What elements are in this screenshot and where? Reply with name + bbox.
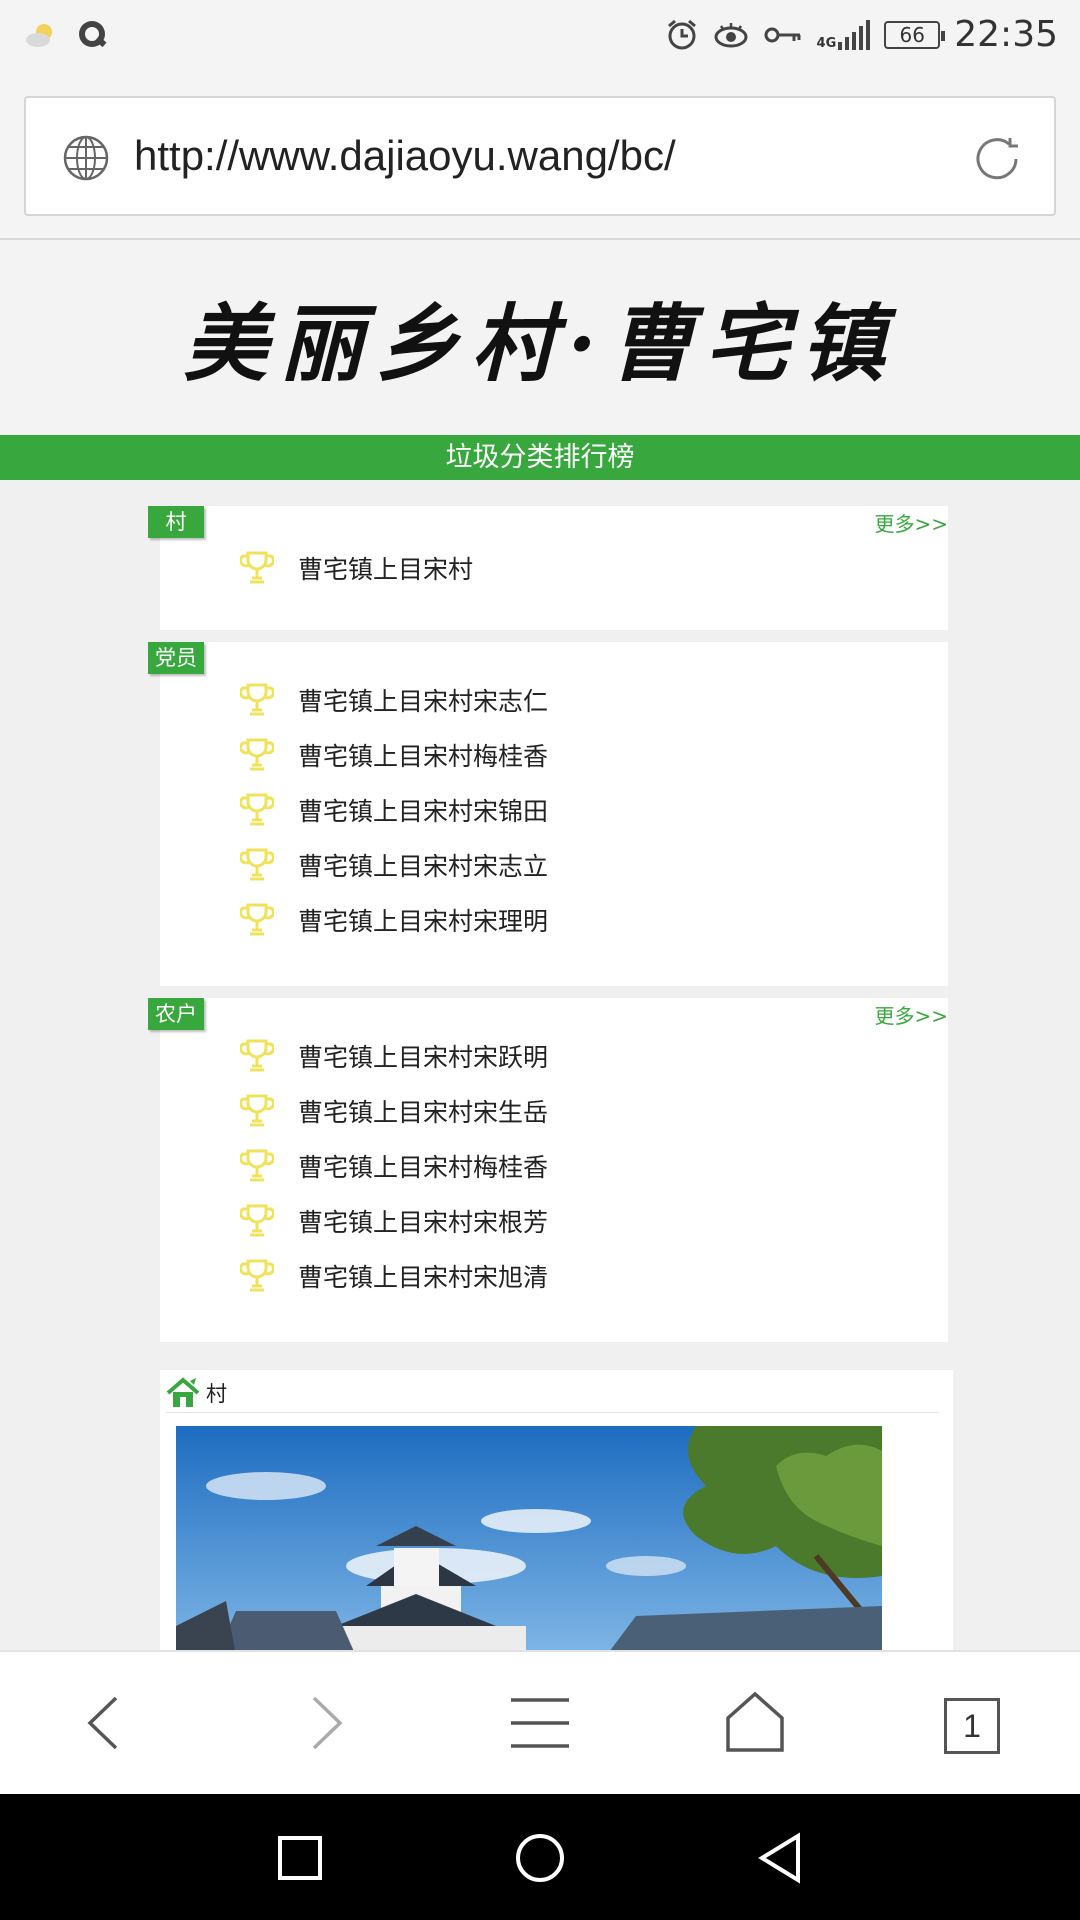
list-item[interactable]: 曹宅镇上目宋村宋志立 bbox=[240, 845, 548, 885]
ranking-card-household: 农户 更多>> 曹宅镇上目宋村宋跃明 曹宅镇上目宋村宋生岳 曹宅镇上目宋村梅桂香… bbox=[148, 998, 948, 1342]
status-bar: 4G 66 22:35 bbox=[0, 0, 1080, 75]
forward-icon[interactable] bbox=[290, 1688, 360, 1758]
refresh-icon[interactable] bbox=[970, 132, 1024, 186]
back-triangle-icon[interactable] bbox=[750, 1828, 810, 1888]
trophy-icon bbox=[240, 1204, 274, 1237]
battery-level: 66 bbox=[899, 22, 925, 47]
village-photo-image bbox=[176, 1426, 882, 1650]
battery-icon: 66 bbox=[884, 20, 946, 49]
list-item[interactable]: 曹宅镇上目宋村宋根芳 bbox=[240, 1201, 548, 1241]
item-label: 曹宅镇上目宋村宋志立 bbox=[298, 852, 549, 881]
menu-icon[interactable] bbox=[505, 1688, 575, 1758]
section-title: 垃圾分类排行榜 bbox=[445, 442, 635, 473]
weather-icon bbox=[26, 24, 52, 47]
site-banner: 美丽乡村·曹宅镇 bbox=[0, 240, 1080, 435]
trophy-icon bbox=[240, 793, 274, 826]
trophy-icon bbox=[240, 903, 274, 936]
item-label: 曹宅镇上目宋村宋锦田 bbox=[298, 797, 549, 826]
home-circle-icon[interactable] bbox=[510, 1828, 570, 1888]
ranking-card-village: 村 更多>> 曹宅镇上目宋村 bbox=[148, 506, 948, 630]
item-label: 曹宅镇上目宋村宋生岳 bbox=[298, 1098, 549, 1127]
recent-apps-icon[interactable] bbox=[270, 1828, 330, 1888]
web-page: 美丽乡村·曹宅镇 垃圾分类排行榜 村 更多>> 曹宅镇上目宋村 党员 曹宅镇上目… bbox=[0, 240, 1080, 1650]
item-label: 曹宅镇上目宋村梅桂香 bbox=[298, 1153, 549, 1182]
back-icon[interactable] bbox=[70, 1688, 140, 1758]
network-type-label: 4G bbox=[816, 35, 837, 51]
item-label: 曹宅镇上目宋村宋志仁 bbox=[298, 687, 549, 716]
list-item[interactable]: 曹宅镇上目宋村宋理明 bbox=[240, 900, 548, 940]
alarm-icon bbox=[667, 19, 696, 49]
list-item[interactable]: 曹宅镇上目宋村宋锦田 bbox=[240, 790, 548, 830]
trophy-icon bbox=[240, 1149, 274, 1182]
ranking-tag: 党员 bbox=[148, 642, 204, 674]
trophy-icon bbox=[240, 848, 274, 881]
item-label: 曹宅镇上目宋村宋跃明 bbox=[298, 1043, 549, 1072]
list-item[interactable]: 曹宅镇上目宋村宋志仁 bbox=[240, 680, 548, 720]
item-label: 曹宅镇上目宋村宋理明 bbox=[298, 907, 549, 936]
address-bar[interactable]: http://www.dajiaoyu.wang/bc/ bbox=[24, 96, 1056, 216]
item-label: 曹宅镇上目宋村宋根芳 bbox=[298, 1208, 549, 1237]
list-item[interactable]: 曹宅镇上目宋村宋旭清 bbox=[240, 1256, 548, 1296]
section-header: 垃圾分类排行榜 bbox=[0, 435, 1080, 480]
address-bar-container: http://www.dajiaoyu.wang/bc/ bbox=[0, 75, 1080, 240]
more-link[interactable]: 更多>> bbox=[874, 508, 948, 537]
signal-icon: 4G bbox=[816, 19, 871, 51]
list-item[interactable]: 曹宅镇上目宋村 bbox=[240, 548, 473, 588]
village-section-header: 村 bbox=[166, 1376, 227, 1410]
tab-count: 1 bbox=[963, 1708, 981, 1744]
ranking-tag: 村 bbox=[148, 506, 204, 538]
list-item[interactable]: 曹宅镇上目宋村梅桂香 bbox=[240, 1146, 548, 1186]
item-label: 曹宅镇上目宋村宋旭清 bbox=[298, 1263, 549, 1292]
item-label: 曹宅镇上目宋村 bbox=[298, 555, 474, 584]
village-section: 村 bbox=[160, 1370, 953, 1650]
trophy-icon bbox=[240, 1094, 274, 1127]
trophy-icon bbox=[240, 683, 274, 716]
list-item[interactable]: 曹宅镇上目宋村宋跃明 bbox=[240, 1036, 548, 1076]
q-app-icon bbox=[79, 21, 107, 48]
ranking-tag: 农户 bbox=[148, 998, 204, 1030]
eye-icon bbox=[714, 22, 748, 47]
ranking-card-party-member: 党员 曹宅镇上目宋村宋志仁 曹宅镇上目宋村梅桂香 曹宅镇上目宋村宋锦田 曹宅镇上… bbox=[148, 642, 948, 986]
url-text[interactable]: http://www.dajiaoyu.wang/bc/ bbox=[134, 132, 676, 180]
tabs-icon[interactable]: 1 bbox=[944, 1698, 1000, 1754]
globe-icon bbox=[63, 135, 109, 181]
trophy-icon bbox=[240, 1259, 274, 1292]
item-label: 曹宅镇上目宋村梅桂香 bbox=[298, 742, 549, 771]
divider bbox=[166, 1412, 939, 1413]
browser-toolbar: 1 bbox=[0, 1650, 1080, 1794]
village-photo[interactable] bbox=[176, 1426, 882, 1650]
key-icon bbox=[764, 27, 801, 42]
banner-title: 美丽乡村·曹宅镇 bbox=[183, 294, 897, 393]
trophy-icon bbox=[240, 1039, 274, 1072]
village-section-title: 村 bbox=[206, 1382, 227, 1406]
home-green-icon bbox=[166, 1377, 200, 1407]
list-item[interactable]: 曹宅镇上目宋村梅桂香 bbox=[240, 735, 548, 775]
status-time: 22:35 bbox=[954, 14, 1058, 55]
more-link[interactable]: 更多>> bbox=[874, 1000, 948, 1029]
home-icon[interactable] bbox=[720, 1688, 790, 1758]
system-nav-bar bbox=[0, 1794, 1080, 1920]
list-item[interactable]: 曹宅镇上目宋村宋生岳 bbox=[240, 1091, 548, 1131]
trophy-icon bbox=[240, 738, 274, 771]
trophy-icon bbox=[240, 551, 274, 584]
